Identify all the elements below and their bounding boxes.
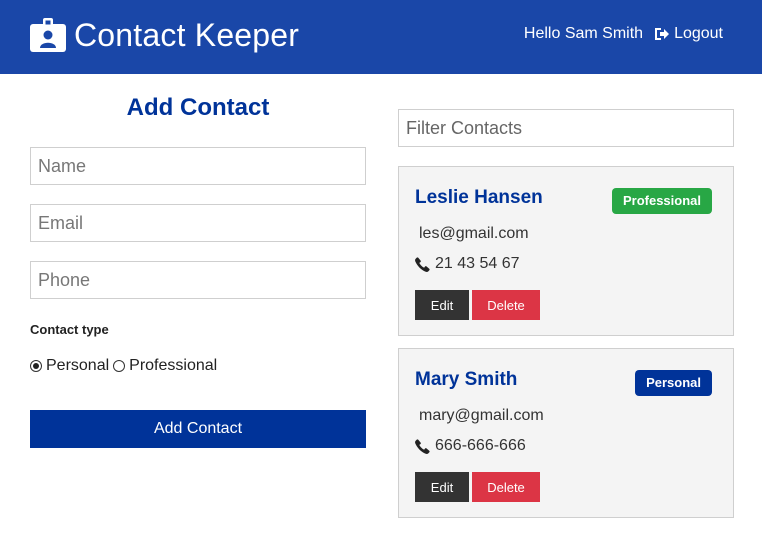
user-greeting: Hello Sam Smith xyxy=(523,25,644,42)
contact-name: Mary Smith xyxy=(415,369,518,390)
sign-out-icon xyxy=(655,28,670,40)
email-input[interactable] xyxy=(30,204,366,242)
radio-personal[interactable] xyxy=(30,360,42,372)
contact-phone: 666-666-666 xyxy=(415,437,526,455)
radio-professional-label: Professional xyxy=(129,357,218,374)
contact-card: Leslie Hansen Professional les@gmail.com… xyxy=(398,166,734,336)
navbar: Contact Keeper Hello Sam Smith Logout xyxy=(0,0,762,74)
contact-type-label: Contact type xyxy=(30,322,109,337)
brand-title: Contact Keeper xyxy=(74,17,300,53)
edit-button[interactable]: Edit xyxy=(415,290,469,320)
phone-input[interactable] xyxy=(30,261,366,299)
phone-number: 21 43 54 67 xyxy=(435,255,520,272)
contact-name: Leslie Hansen xyxy=(415,187,543,208)
id-badge-icon xyxy=(30,18,66,52)
contact-card: Mary Smith Personal mary@gmail.com 666-6… xyxy=(398,348,734,518)
radio-personal-label: Personal xyxy=(46,357,110,374)
delete-button[interactable]: Delete xyxy=(472,290,540,320)
filter-contacts-input[interactable] xyxy=(398,109,734,147)
phone-icon xyxy=(415,256,430,272)
user-nav: Hello Sam Smith Logout xyxy=(524,25,723,43)
contact-phone: 21 43 54 67 xyxy=(415,255,520,273)
contact-email: mary@gmail.com xyxy=(419,407,544,424)
contact-type-badge: Professional xyxy=(611,188,712,214)
add-contact-button[interactable]: Add Contact xyxy=(30,410,366,448)
brand[interactable]: Contact Keeper xyxy=(30,15,299,55)
phone-number: 666-666-666 xyxy=(435,437,526,454)
contact-email: les@gmail.com xyxy=(419,225,529,242)
radio-professional[interactable] xyxy=(113,360,126,372)
name-input[interactable] xyxy=(30,147,366,185)
phone-icon xyxy=(415,438,430,454)
contact-type-badge: Personal xyxy=(635,370,712,396)
contact-type-options: Personal Professional xyxy=(30,357,221,375)
logout-label: Logout xyxy=(674,25,723,42)
edit-button[interactable]: Edit xyxy=(415,472,469,502)
delete-button[interactable]: Delete xyxy=(472,472,540,502)
logout-link[interactable]: Logout xyxy=(654,25,723,43)
form-title: Add Contact xyxy=(126,94,270,121)
